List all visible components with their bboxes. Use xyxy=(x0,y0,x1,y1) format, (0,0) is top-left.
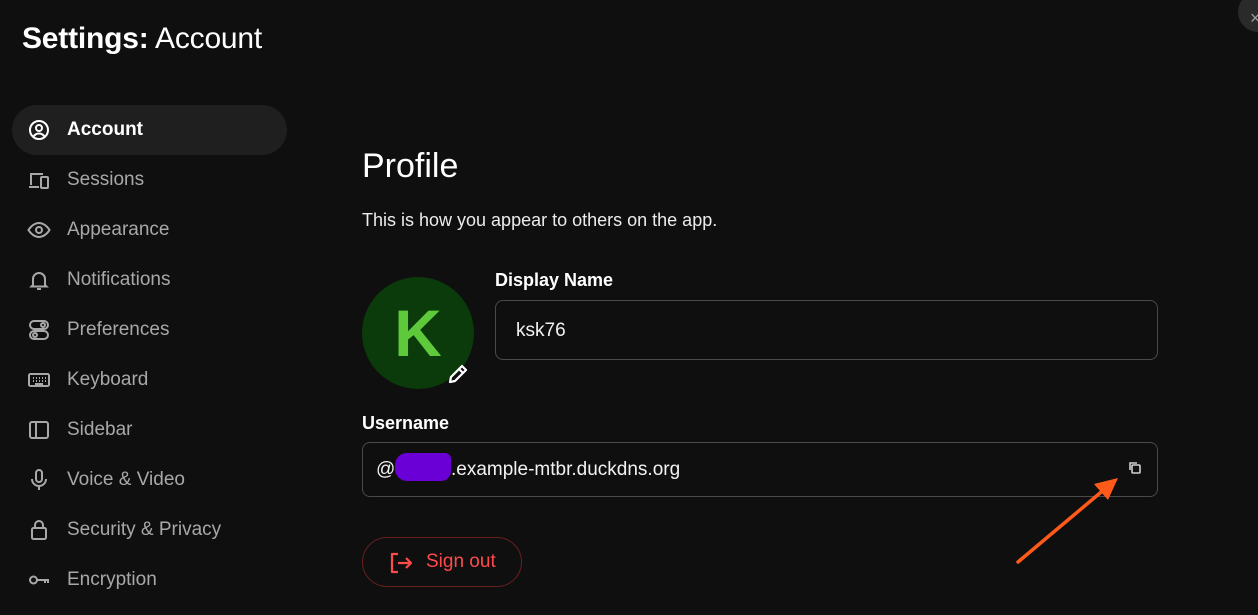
page-title-prefix: Settings: xyxy=(22,22,149,55)
lock-icon xyxy=(31,520,47,540)
sidebar-item-label: Preferences xyxy=(67,319,170,340)
sidebar-item-notifications[interactable]: Notifications xyxy=(12,255,287,305)
sidebar-item-sidebar[interactable]: Sidebar xyxy=(12,405,287,455)
sidebar-item-label: Keyboard xyxy=(67,369,149,390)
username-value: .example-mtbr.duckdns.org xyxy=(451,459,681,480)
keyboard-icon xyxy=(28,373,50,387)
edit-avatar-icon[interactable] xyxy=(442,358,474,390)
sidebar-item-label: Security & Privacy xyxy=(67,519,222,540)
sign-out-icon xyxy=(390,552,413,574)
sidebar-item-preferences[interactable]: Preferences xyxy=(12,305,287,355)
annotation-arrow-icon xyxy=(1016,478,1118,564)
bell-icon xyxy=(29,272,49,290)
close-button[interactable]: × xyxy=(1238,0,1258,32)
username-prefix: @ xyxy=(376,459,396,480)
eye-icon xyxy=(27,221,51,239)
sidebar-item-label: Sessions xyxy=(67,169,145,190)
devices-icon xyxy=(29,173,49,189)
sidebar-item-appearance[interactable]: Appearance xyxy=(12,205,287,255)
sidebar-item-label: Account xyxy=(67,119,143,140)
settings-sidebar: Account Sessions Appearance Notification… xyxy=(12,105,287,605)
sidebar-item-voice-video[interactable]: Voice & Video xyxy=(12,455,287,505)
sidebar-item-label: Sidebar xyxy=(67,419,133,440)
sidebar-item-keyboard[interactable]: Keyboard xyxy=(12,355,287,405)
user-circle-icon xyxy=(29,120,49,140)
microphone-icon xyxy=(31,469,47,490)
key-icon xyxy=(29,575,49,585)
display-name-label: Display Name xyxy=(495,270,614,290)
sidebar-item-account[interactable]: Account xyxy=(12,105,287,155)
sidebar-item-label: Notifications xyxy=(67,269,171,290)
sidebar-item-security-privacy[interactable]: Security & Privacy xyxy=(12,505,287,555)
sidebar-item-label: Voice & Video xyxy=(67,469,185,490)
sidebar-item-sessions[interactable]: Sessions xyxy=(12,155,287,205)
profile-heading: Profile xyxy=(362,147,459,185)
sidebar-icon xyxy=(29,421,49,439)
page-title-section: Account xyxy=(155,22,263,55)
sidebar-item-label: Encryption xyxy=(67,569,157,590)
sign-out-button[interactable]: Sign out xyxy=(362,537,522,587)
sidebar-item-encryption[interactable]: Encryption xyxy=(12,555,287,605)
username-label: Username xyxy=(362,413,450,433)
profile-description: This is how you appear to others on the … xyxy=(362,210,718,230)
close-icon: × xyxy=(1250,8,1258,28)
sidebar-item-label: Appearance xyxy=(67,219,170,240)
display-name-value: ksk76 xyxy=(516,320,566,341)
toggles-icon xyxy=(29,320,49,340)
redaction-mark xyxy=(395,453,451,481)
display-name-field[interactable]: ksk76 xyxy=(495,300,1158,360)
page-title: Settings: Account xyxy=(22,22,262,56)
sign-out-label: Sign out xyxy=(426,551,496,572)
